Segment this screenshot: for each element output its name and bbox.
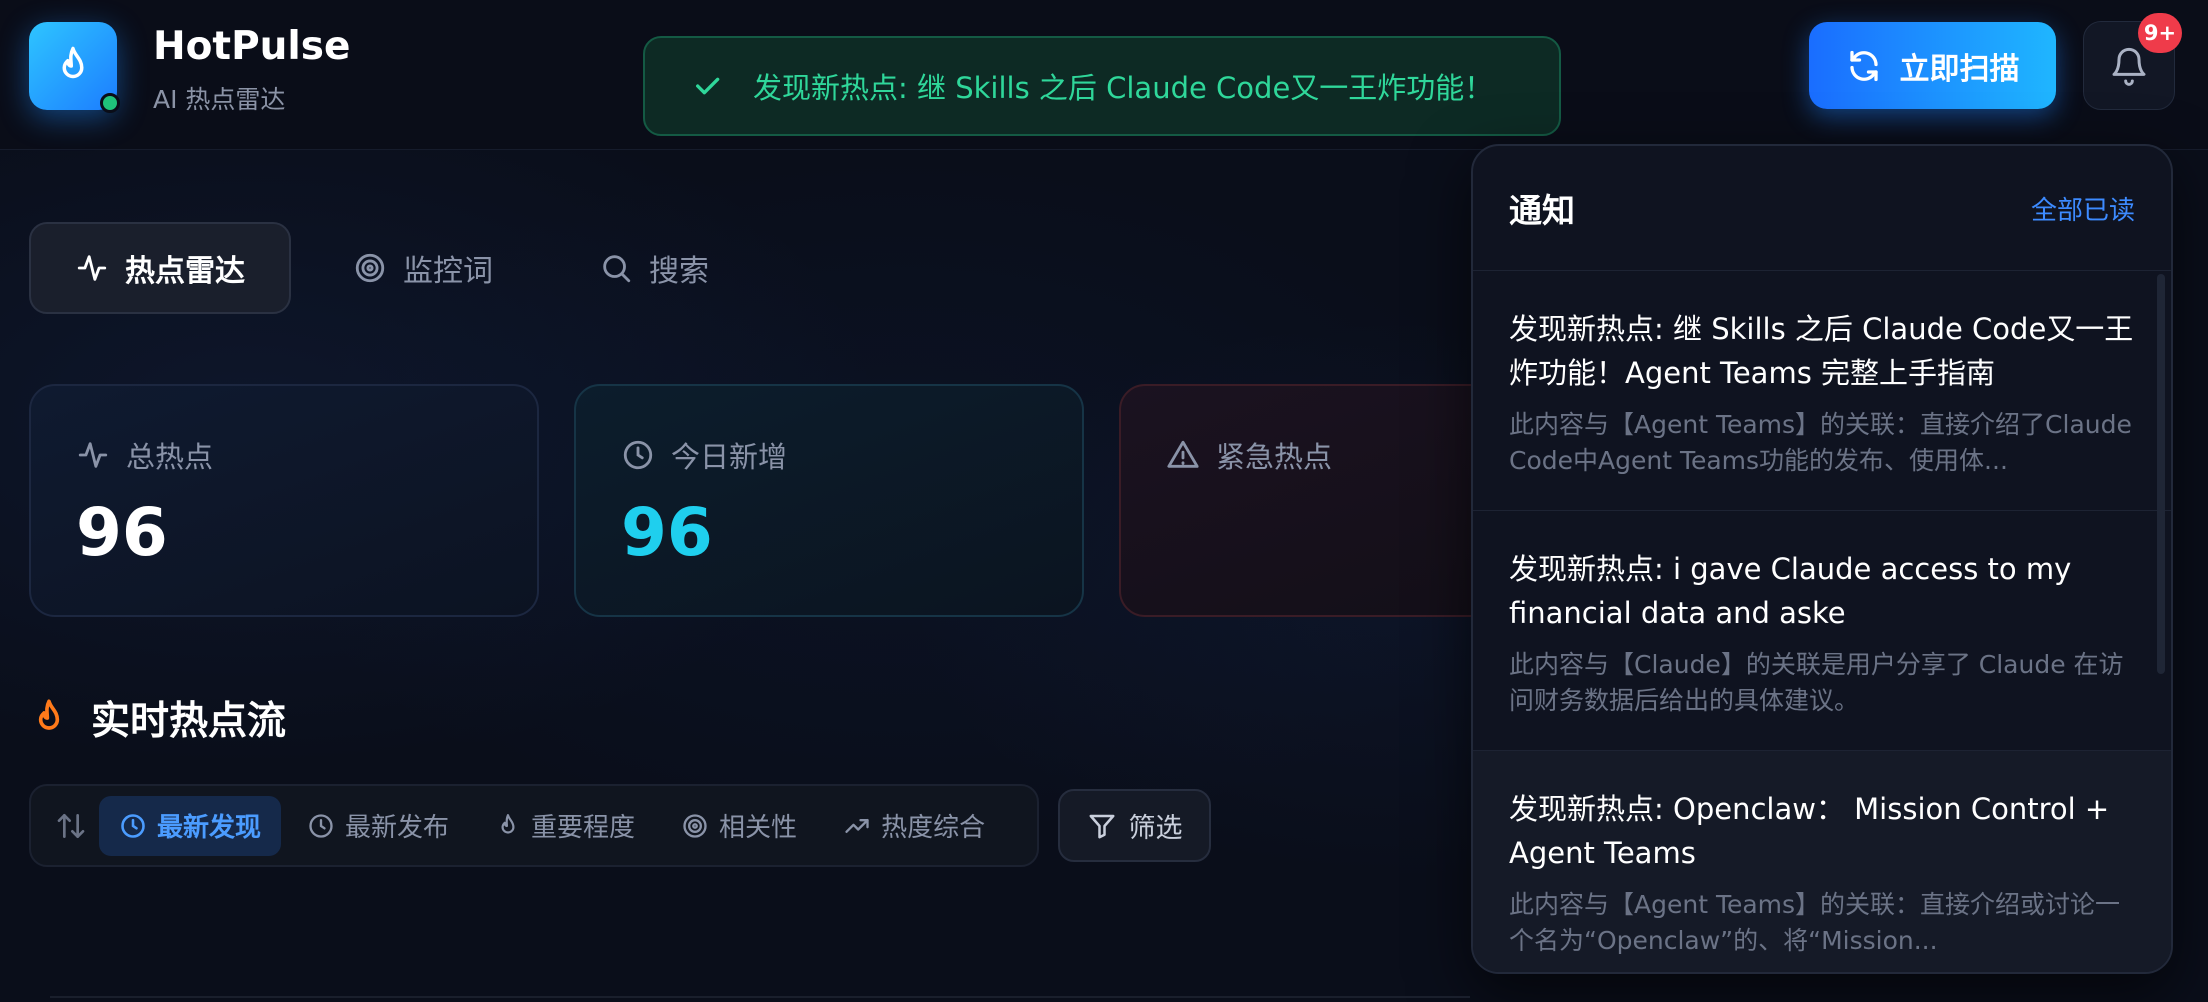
trending-up-icon xyxy=(845,818,869,833)
tab-label: 热点雷达 xyxy=(125,254,245,289)
filter-label: 筛选 xyxy=(1128,813,1183,844)
divider xyxy=(50,996,1470,998)
notification-item[interactable]: 发现新热点: i gave Claude access to my financ… xyxy=(1473,511,2171,751)
stat-label: 紧急热点 xyxy=(1216,440,1333,474)
bell-icon xyxy=(2112,47,2146,86)
activity-icon xyxy=(78,442,108,468)
clock-icon xyxy=(309,813,333,838)
flame-icon xyxy=(38,699,60,730)
target-icon xyxy=(683,813,707,838)
notification-title: 发现新热点: i gave Claude access to my financ… xyxy=(1509,552,2072,630)
success-toast: 发现新热点: 继 Skills 之后 Claude Code又一王炸功能！ xyxy=(643,36,1561,136)
scan-now-button[interactable]: 立即扫描 xyxy=(1809,22,2056,109)
alert-triangle-icon xyxy=(1167,440,1199,468)
filter-button[interactable]: 筛选 xyxy=(1058,789,1211,862)
clock-icon xyxy=(121,813,145,838)
refresh-icon xyxy=(1849,50,1878,81)
sort-label: 相关性 xyxy=(719,813,798,843)
sort-hotness[interactable]: 热度综合 xyxy=(823,796,1005,856)
check-icon xyxy=(696,77,720,95)
notification-item[interactable]: 发现新热点: Openclaw： Mission Control + Agent… xyxy=(1473,751,2171,972)
notification-desc: 此内容与【Agent Teams】的关联：直接介绍或讨论一个名为“Opencla… xyxy=(1509,890,2121,955)
panel-scrollbar[interactable] xyxy=(2157,274,2165,674)
flame-icon xyxy=(62,46,84,79)
stat-label: 总热点 xyxy=(126,440,214,474)
notifications-panel: 通知 全部已读 发现新热点: 继 Skills 之后 Claude Code又一… xyxy=(1471,144,2173,974)
app-subtitle: AI 热点雷达 xyxy=(153,85,286,114)
stat-card-total: 总热点 96 xyxy=(29,384,539,617)
sort-label: 重要程度 xyxy=(531,813,636,843)
stat-label-row: 今日新增 xyxy=(621,434,787,476)
notification-desc: 此内容与【Agent Teams】的关联：直接介绍了Claude Code中Ag… xyxy=(1509,410,2132,475)
search-icon xyxy=(603,255,631,283)
app-name: HotPulse xyxy=(153,24,351,69)
scan-now-label: 立即扫描 xyxy=(1899,51,2020,87)
sort-label: 最新发现 xyxy=(157,813,262,843)
stat-value: 96 xyxy=(76,494,168,571)
online-status-dot xyxy=(100,93,120,113)
stat-label-row: 紧急热点 xyxy=(1166,434,1332,476)
filter-icon xyxy=(1089,814,1114,838)
section-title-text: 实时热点流 xyxy=(91,699,287,744)
notification-desc: 此内容与【Claude】的关联是用户分享了 Claude 在访问财务数据后给出的… xyxy=(1509,650,2124,715)
section-title: 实时热点流 xyxy=(29,690,286,746)
tab-search[interactable]: 搜索 xyxy=(555,222,753,314)
notification-item[interactable]: 发现新热点: 继 Skills 之后 Claude Code又一王炸功能！Age… xyxy=(1473,271,2171,511)
notification-count-badge: 9+ xyxy=(2138,13,2182,53)
panel-title: 通知 xyxy=(1509,191,1575,230)
sort-latest-published[interactable]: 最新发布 xyxy=(287,796,469,856)
sort-relevance[interactable]: 相关性 xyxy=(661,796,817,856)
tab-monitor-words[interactable]: 监控词 xyxy=(309,222,537,314)
tab-hot-radar[interactable]: 热点雷达 xyxy=(29,222,291,314)
activity-icon xyxy=(77,255,107,281)
stat-label-row: 总热点 xyxy=(76,434,213,476)
stat-card-urgent: 紧急热点 xyxy=(1119,384,1519,617)
stat-card-today: 今日新增 96 xyxy=(574,384,1084,617)
mark-all-read-button[interactable]: 全部已读 xyxy=(2031,190,2135,227)
sort-label: 最新发布 xyxy=(345,813,450,843)
stat-label: 今日新增 xyxy=(671,440,788,474)
flame-icon xyxy=(501,813,515,834)
notification-title: 发现新热点: Openclaw： Mission Control + Agent… xyxy=(1509,792,2110,870)
sort-latest-found[interactable]: 最新发现 xyxy=(99,795,282,856)
stat-value: 96 xyxy=(621,494,713,571)
clock-icon xyxy=(623,440,653,470)
notification-title: 发现新热点: 继 Skills 之后 Claude Code又一王炸功能！Age… xyxy=(1509,312,2134,390)
target-icon xyxy=(355,253,385,283)
sort-icon xyxy=(57,813,85,838)
sort-label: 热度综合 xyxy=(881,813,986,843)
panel-header: 通知 全部已读 xyxy=(1473,146,2171,271)
tab-label: 监控词 xyxy=(403,254,493,289)
sort-bar: 最新发现 最新发布 重要程度 相关性 热度综合 xyxy=(29,784,1039,867)
tab-label: 搜索 xyxy=(649,254,709,289)
app-header: HotPulse AI 热点雷达 发现新热点: 继 Skills 之后 Clau… xyxy=(0,0,2208,150)
main-tabs: 热点雷达 监控词 搜索 xyxy=(29,222,753,314)
toast-message: 发现新热点: 继 Skills 之后 Claude Code又一王炸功能！ xyxy=(753,71,1494,105)
sort-importance[interactable]: 重要程度 xyxy=(475,796,655,856)
